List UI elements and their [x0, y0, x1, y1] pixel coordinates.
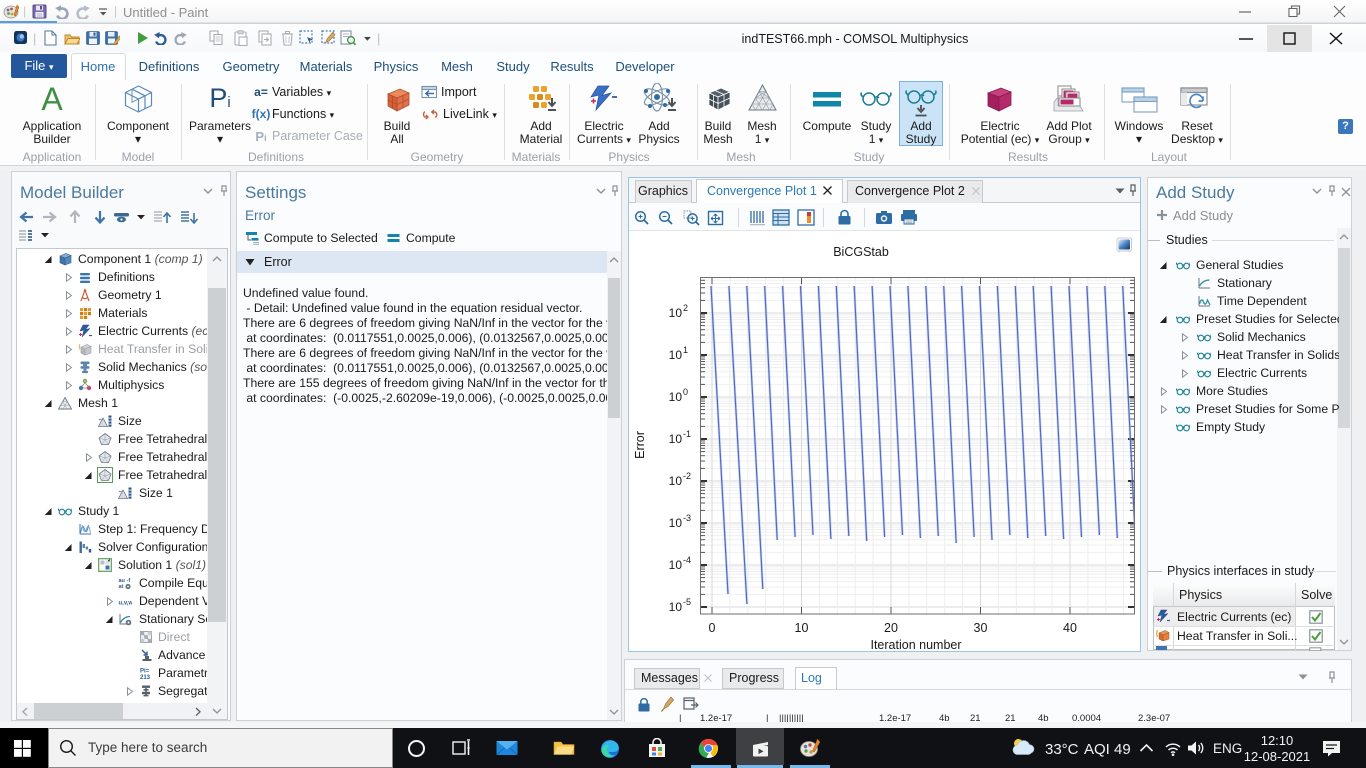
svg-text:10: 10 [669, 558, 683, 572]
svg-text:10: 10 [669, 390, 683, 404]
svg-text:20: 20 [884, 621, 898, 635]
svg-text:at: at [119, 584, 124, 590]
svg-text:-3: -3 [683, 513, 691, 523]
svg-text:-5: -5 [683, 597, 691, 607]
svg-text:10: 10 [669, 516, 683, 530]
svg-text:Pi=: Pi= [140, 669, 150, 675]
svg-text:10: 10 [669, 306, 683, 320]
svg-text:2: 2 [683, 303, 688, 313]
svg-text:Error: Error [633, 431, 647, 459]
svg-text:u,v,w: u,v,w [119, 601, 133, 607]
svg-text:10: 10 [669, 432, 683, 446]
svg-text:BiCGStab: BiCGStab [833, 245, 889, 259]
svg-text:40: 40 [1063, 621, 1077, 635]
svg-text:-4: -4 [683, 555, 691, 565]
svg-text:10: 10 [795, 621, 809, 635]
svg-text:-2: -2 [683, 471, 691, 481]
svg-text:10: 10 [669, 348, 683, 362]
svg-text:-1: -1 [683, 429, 691, 439]
svg-text:10: 10 [669, 600, 683, 614]
svg-text:0: 0 [709, 621, 716, 635]
svg-text:1: 1 [683, 345, 688, 355]
svg-text:30: 30 [974, 621, 988, 635]
svg-text:Iteration number: Iteration number [870, 638, 961, 651]
svg-text:213: 213 [140, 675, 151, 680]
svg-text:10: 10 [669, 474, 683, 488]
svg-text:0: 0 [683, 387, 688, 397]
svg-text:-f: -f [127, 578, 131, 584]
